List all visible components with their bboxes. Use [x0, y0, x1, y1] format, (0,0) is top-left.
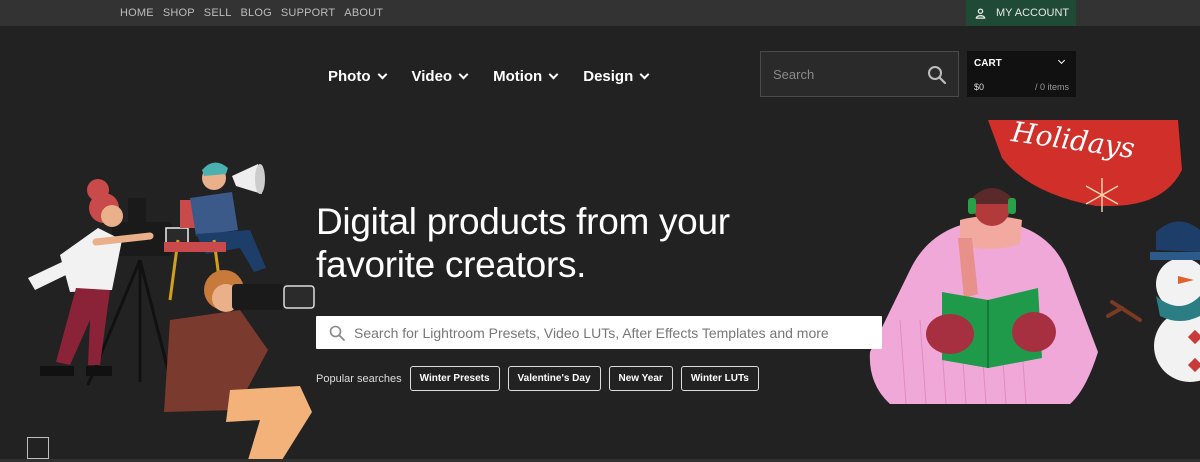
- search-icon[interactable]: [926, 64, 948, 86]
- chevron-down-icon: [1057, 56, 1066, 65]
- hero-title: Digital products from your favorite crea…: [316, 200, 836, 286]
- top-nav-shop[interactable]: SHOP: [163, 7, 195, 19]
- top-nav-home[interactable]: HOME: [120, 7, 154, 19]
- cart-title: CART: [974, 58, 1002, 69]
- top-nav: HOME SHOP SELL BLOG SUPPORT ABOUT: [120, 0, 383, 26]
- chevron-down-icon: [548, 69, 559, 79]
- my-account-button[interactable]: MY ACCOUNT: [966, 0, 1076, 26]
- chip-winter-luts[interactable]: Winter LUTs: [680, 366, 759, 391]
- nav-video[interactable]: Video: [411, 67, 469, 85]
- nav-video-label: Video: [411, 67, 453, 85]
- nav-photo-label: Photo: [328, 67, 371, 85]
- nav-motion-label: Motion: [493, 67, 543, 85]
- nav-photo[interactable]: Photo: [328, 67, 387, 85]
- nav-motion[interactable]: Motion: [493, 67, 559, 85]
- my-account-label: MY ACCOUNT: [996, 7, 1070, 19]
- chip-winter-presets[interactable]: Winter Presets: [409, 366, 500, 391]
- film-crew-illustration: [28, 162, 315, 460]
- chip-new-year[interactable]: New Year: [608, 366, 673, 391]
- holiday-illustration: Holidays: [869, 120, 1200, 405]
- top-nav-blog[interactable]: BLOG: [241, 7, 272, 19]
- hero-search-input[interactable]: [354, 316, 874, 349]
- header-search: [760, 51, 959, 97]
- hero-title-line1: Digital products from your: [316, 201, 730, 242]
- chevron-down-icon: [458, 69, 469, 79]
- cart-amount: $0: [974, 82, 985, 92]
- cart-item-count: / 0 items: [1034, 82, 1069, 92]
- top-nav-sell[interactable]: SELL: [204, 7, 232, 19]
- main-nav: Photo Video Motion Design: [328, 62, 650, 90]
- nav-design-label: Design: [583, 67, 634, 85]
- corner-checkbox[interactable]: [27, 437, 49, 459]
- popular-searches: Popular searches Winter Presets Valentin…: [316, 366, 759, 391]
- user-icon: [975, 7, 986, 19]
- hero-title-line2: favorite creators.: [316, 244, 587, 285]
- hero-search: [316, 316, 882, 349]
- top-bar: HOME SHOP SELL BLOG SUPPORT ABOUT MY ACC…: [0, 0, 1200, 26]
- top-nav-support[interactable]: SUPPORT: [281, 7, 335, 19]
- nav-design[interactable]: Design: [583, 67, 650, 85]
- search-icon: [329, 325, 345, 341]
- popular-searches-label: Popular searches: [316, 372, 402, 385]
- chevron-down-icon: [377, 69, 387, 79]
- header-search-input[interactable]: [761, 52, 921, 96]
- chevron-down-icon: [639, 69, 650, 79]
- cart-button[interactable]: CART $0 / 0 items: [967, 51, 1076, 97]
- top-nav-about[interactable]: ABOUT: [344, 7, 383, 19]
- chip-valentines-day[interactable]: Valentine's Day: [507, 366, 601, 391]
